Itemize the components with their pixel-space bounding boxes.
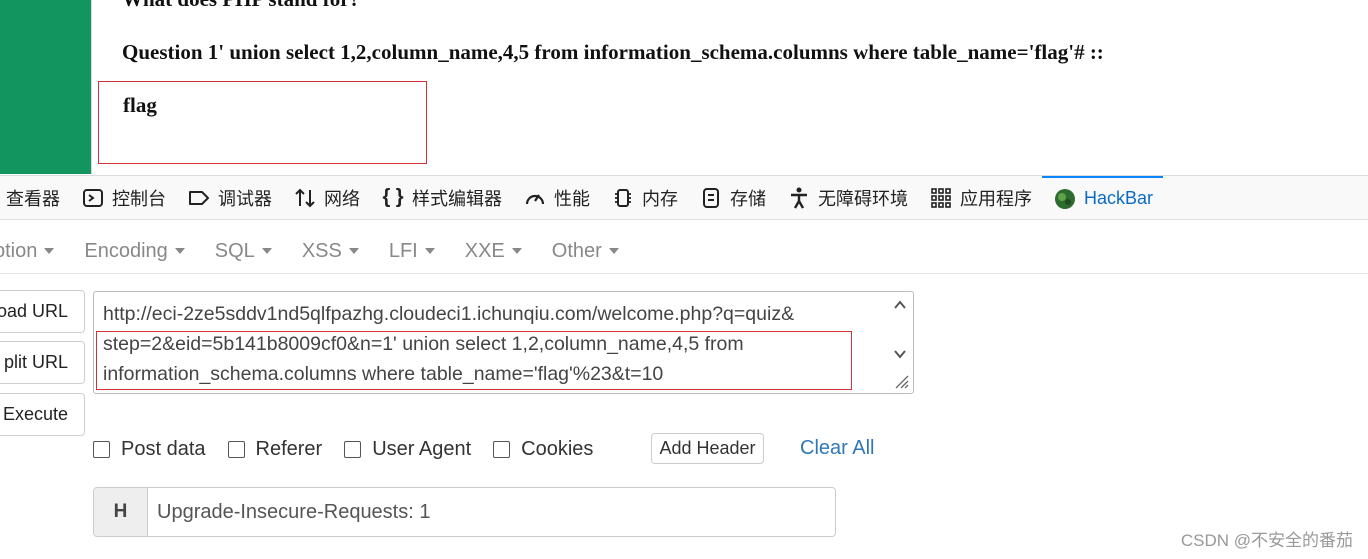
clear-all-link[interactable]: Clear All	[800, 437, 874, 460]
accessibility-icon	[786, 185, 812, 211]
debugger-icon	[186, 185, 212, 211]
tab-console[interactable]: 控制台	[70, 176, 176, 219]
scroll-up-icon[interactable]	[893, 298, 907, 312]
url-highlight-box	[96, 331, 852, 390]
previous-question-text: What does PHP stand for?	[122, 0, 360, 12]
user-agent-checkbox[interactable]: User Agent	[344, 438, 471, 461]
header-addon: H	[94, 488, 148, 536]
menu-xxe[interactable]: XXE	[465, 240, 522, 263]
chevron-down-icon	[174, 248, 185, 254]
performance-icon	[522, 185, 548, 211]
memory-icon	[610, 185, 636, 211]
question-text: Question 1' union select 1,2,column_name…	[122, 40, 1104, 64]
tab-performance-label: 性能	[554, 188, 590, 209]
add-header-button[interactable]: Add Header	[651, 433, 764, 464]
user-agent-label: User Agent	[372, 437, 472, 460]
tab-network[interactable]: 网络	[282, 176, 370, 219]
tab-style-editor[interactable]: { } 样式编辑器	[370, 176, 512, 219]
menu-xxe-label: XXE	[464, 239, 505, 262]
tab-memory-label: 内存	[642, 188, 678, 209]
menu-encryption-label: ption	[0, 239, 38, 262]
menu-xss[interactable]: XSS	[302, 240, 359, 263]
tab-debugger-label: 调试器	[218, 188, 272, 209]
tab-hackbar[interactable]: HackBar	[1042, 176, 1164, 219]
menu-encryption[interactable]: ption	[0, 239, 55, 263]
checkbox-box[interactable]	[227, 440, 245, 458]
url-line-1: http://eci-2ze5sddv1nd5qlfpazhg.cloudeci…	[103, 303, 795, 325]
header-input-group: H Upgrade-Insecure-Requests: 1	[93, 487, 836, 537]
execute-button[interactable]: Execute	[0, 393, 85, 436]
tab-application[interactable]: 应用程序	[918, 176, 1042, 219]
hackbar-icon	[1052, 186, 1078, 212]
chevron-down-icon	[424, 248, 435, 254]
checkbox-box[interactable]	[93, 440, 110, 458]
tab-style-editor-label: 样式编辑器	[412, 188, 502, 209]
tab-application-label: 应用程序	[960, 188, 1032, 209]
page-content: What does PHP stand for? Question 1' uni…	[0, 0, 1368, 174]
tab-debugger[interactable]: 调试器	[176, 176, 282, 219]
chevron-down-icon	[348, 248, 359, 254]
tab-inspector[interactable]: 查看器	[0, 176, 70, 219]
tab-console-label: 控制台	[112, 188, 166, 209]
hackbar-menu: ption Encoding SQL XSS LFI XXE Other	[0, 229, 1368, 274]
split-url-button[interactable]: plit URL	[0, 341, 85, 384]
cookies-label: Cookies	[521, 437, 594, 460]
tab-hackbar-label: HackBar	[1084, 188, 1154, 208]
options-row: Post data Referer User Agent Cookies	[93, 432, 615, 466]
tab-storage[interactable]: 存储	[688, 176, 776, 219]
menu-sql-label: SQL	[214, 239, 255, 262]
tab-accessibility[interactable]: 无障碍环境	[776, 176, 918, 219]
menu-encoding[interactable]: Encoding	[84, 239, 185, 263]
menu-lfi[interactable]: LFI	[389, 240, 435, 263]
answer-text: flag	[123, 93, 157, 117]
menu-other-label: Other	[551, 239, 602, 262]
resize-grip-icon[interactable]	[892, 372, 910, 390]
menu-encoding-label: Encoding	[84, 239, 168, 262]
menu-lfi-label: LFI	[388, 239, 418, 262]
chevron-down-icon	[511, 248, 522, 254]
post-data-checkbox[interactable]: Post data	[93, 438, 206, 461]
header-input[interactable]: Upgrade-Insecure-Requests: 1	[148, 488, 835, 536]
menu-sql[interactable]: SQL	[215, 240, 272, 263]
style-editor-icon: { }	[382, 186, 404, 208]
tab-network-label: 网络	[324, 188, 360, 209]
menu-other[interactable]: Other	[552, 240, 619, 263]
answer-highlight-box: flag	[98, 81, 427, 164]
checkbox-box[interactable]	[344, 440, 362, 458]
application-icon	[928, 185, 954, 211]
referer-label: Referer	[255, 437, 323, 460]
devtools-tab-bar: 查看器 控制台 调试器 网络 { } 样式编辑器 性能 内存 存储 无障碍环境 …	[0, 175, 1368, 220]
tab-accessibility-label: 无障碍环境	[818, 188, 908, 209]
network-icon	[292, 185, 318, 211]
green-sidebar	[0, 0, 91, 174]
menu-xss-label: XSS	[301, 239, 342, 262]
load-url-button[interactable]: oad URL	[0, 290, 85, 333]
tab-storage-label: 存储	[730, 188, 766, 209]
storage-icon	[698, 185, 724, 211]
chevron-down-icon	[261, 248, 272, 254]
checkbox-box[interactable]	[493, 440, 511, 458]
divider	[91, 0, 92, 174]
console-icon	[80, 185, 106, 211]
referer-checkbox[interactable]: Referer	[227, 437, 323, 461]
scroll-down-icon[interactable]	[893, 347, 907, 361]
chevron-down-icon	[44, 248, 55, 254]
post-data-label: Post data	[121, 437, 206, 460]
tab-inspector-label: 查看器	[6, 188, 60, 209]
chevron-down-icon	[608, 248, 619, 254]
cookies-checkbox[interactable]: Cookies	[493, 438, 593, 461]
tab-memory[interactable]: 内存	[600, 176, 688, 219]
watermark: CSDN @不安全的番茄	[1180, 531, 1353, 550]
tab-performance[interactable]: 性能	[512, 176, 600, 219]
